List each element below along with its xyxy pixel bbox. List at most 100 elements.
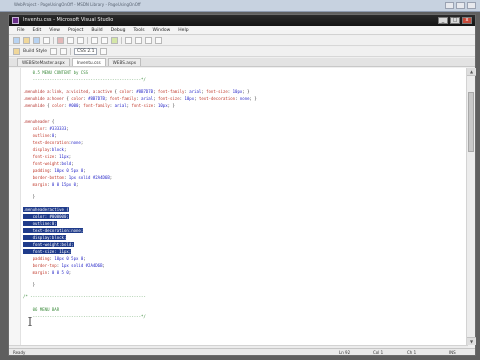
- menu-view[interactable]: View: [49, 28, 60, 33]
- code-token: {: [66, 207, 69, 212]
- code-token: 10px 0 5px 0: [54, 256, 84, 261]
- cut-icon[interactable]: [57, 37, 64, 44]
- menu-project[interactable]: Project: [68, 28, 83, 33]
- find-icon[interactable]: [125, 37, 132, 44]
- code-line[interactable]: outline:0;: [23, 133, 57, 138]
- code-line[interactable]: }: [23, 194, 35, 199]
- code-line[interactable]: text-decoration:none;: [23, 228, 84, 233]
- code-token: none: [239, 96, 250, 101]
- menu-edit[interactable]: Edit: [33, 28, 42, 33]
- new-project-icon[interactable]: [13, 37, 20, 44]
- code-line[interactable]: padding: 10px 0 5px 0;: [23, 256, 86, 261]
- solution-explorer-icon[interactable]: [135, 37, 142, 44]
- tab-inventu-css[interactable]: Inventu.css: [71, 58, 106, 66]
- minimize-icon[interactable]: [445, 2, 454, 9]
- menu-debug[interactable]: Debug: [111, 28, 126, 33]
- code-editor[interactable]: 0.5 MENU CONTENT by CSS ----------------…: [9, 68, 468, 345]
- visual-studio-icon: [12, 17, 19, 24]
- menu-help[interactable]: Help: [178, 28, 188, 33]
- code-line[interactable]: color: #000000;: [23, 214, 69, 219]
- style-icon[interactable]: [50, 48, 58, 55]
- code-line[interactable]: ----------------------------------------…: [23, 77, 146, 82]
- code-line[interactable]: font-weight:bold;: [23, 242, 74, 247]
- code-token: none: [71, 140, 81, 145]
- code-token: color: [23, 214, 45, 219]
- code-token: ;: [109, 175, 113, 180]
- code-line[interactable]: .menuhide a:link, a:visited, a:active { …: [23, 89, 250, 94]
- menu-build[interactable]: Build: [91, 28, 102, 33]
- redo-icon[interactable]: [101, 37, 108, 44]
- close-icon[interactable]: [467, 2, 476, 9]
- minimize-button[interactable]: _: [438, 17, 448, 24]
- properties-icon[interactable]: [145, 37, 152, 44]
- code-line[interactable]: .menuheaderactive {: [23, 207, 69, 212]
- code-line[interactable]: font-weight:bold;: [23, 161, 74, 166]
- code-line[interactable]: .menuhide a:hover { color: #8B7D7B; font…: [23, 96, 257, 101]
- code-token: #000000: [49, 214, 67, 219]
- toolbar-separator: [121, 37, 122, 44]
- start-debug-icon[interactable]: [111, 37, 118, 44]
- menu-file[interactable]: File: [17, 28, 25, 33]
- editor-gutter[interactable]: [9, 68, 21, 345]
- code-token: .menuhide: [23, 103, 48, 108]
- code-token: arial: [114, 103, 127, 108]
- save-all-icon[interactable]: [43, 37, 50, 44]
- close-button[interactable]: x: [462, 17, 472, 24]
- scroll-up-icon[interactable]: ▲: [467, 68, 476, 76]
- code-token: 0.5 MENU CONTENT by CSS: [23, 70, 89, 75]
- menu-tools[interactable]: Tools: [133, 28, 144, 33]
- code-token: ; }: [167, 103, 175, 108]
- scroll-down-icon[interactable]: ▼: [467, 337, 476, 345]
- copy-icon[interactable]: [67, 37, 74, 44]
- code-token: font-size: [206, 89, 228, 94]
- code-token: ;: [76, 182, 79, 187]
- code-token: margin: [23, 182, 48, 187]
- style-options-icon[interactable]: [60, 48, 68, 55]
- code-token: ;: [68, 154, 72, 159]
- code-line[interactable]: padding: 10px 0 5px 0;: [23, 168, 86, 173]
- toolbar-separator: [53, 37, 54, 44]
- desktop: WebProject - PageUsingOnOff - MSDN Libra…: [0, 0, 480, 360]
- code-line[interactable]: display:block;: [23, 147, 67, 152]
- code-line[interactable]: font-size: 11px;: [23, 154, 72, 159]
- maximize-button[interactable]: □: [450, 17, 460, 24]
- code-line[interactable]: text-decoration:none;: [23, 140, 84, 145]
- code-token: ;: [83, 168, 86, 173]
- code-line[interactable]: border-bottom: 1px solid #2A4D6B;: [23, 175, 113, 180]
- code-line[interactable]: margin: 0 0 15px 0;: [23, 182, 79, 187]
- code-line[interactable]: .menuhide { color: #000; font-family: ar…: [23, 103, 175, 108]
- validate-icon[interactable]: [100, 48, 108, 55]
- code-line[interactable]: outline:0;: [23, 221, 57, 226]
- toolbar-separator: [87, 37, 88, 44]
- css-version-select[interactable]: CSS 2.1: [74, 48, 98, 55]
- code-line[interactable]: color: #333333;: [23, 126, 69, 131]
- window-title: Inventu.css - Microsoft Visual Studio: [23, 17, 114, 23]
- code-line[interactable]: font-size: 11px;: [23, 249, 72, 254]
- code-line[interactable]: display:block;: [23, 235, 67, 240]
- code-line[interactable]: border-top: 1px solid #2A4D6B;: [23, 263, 105, 268]
- title-bar[interactable]: Inventu.css - Microsoft Visual Studio _ …: [9, 15, 475, 26]
- tab-webs[interactable]: WEBS.aspx: [107, 58, 142, 66]
- code-line[interactable]: 06 MENU BAR: [23, 307, 60, 312]
- vertical-scrollbar[interactable]: ▲ ▼: [466, 68, 476, 345]
- code-line[interactable]: margin: 0 0 5 0;: [23, 270, 72, 275]
- paste-icon[interactable]: [77, 37, 84, 44]
- scrollbar-thumb[interactable]: [468, 92, 474, 152]
- open-folder-icon[interactable]: [23, 37, 30, 44]
- save-icon[interactable]: [33, 37, 40, 44]
- code-token: padding: [23, 256, 50, 261]
- menu-window[interactable]: Window: [153, 28, 171, 33]
- code-line[interactable]: .menuheader {: [23, 119, 54, 124]
- undo-icon[interactable]: [91, 37, 98, 44]
- tab-websitemaster[interactable]: WEBSiteMaster.aspx: [17, 58, 70, 66]
- maximize-icon[interactable]: [456, 2, 465, 9]
- code-token: font-size: [23, 249, 55, 254]
- build-style-button[interactable]: Build Style: [23, 49, 47, 54]
- code-line[interactable]: ----------------------------------------…: [23, 314, 146, 319]
- code-line[interactable]: }: [23, 282, 35, 287]
- build-style-icon[interactable]: [13, 48, 20, 55]
- toolbox-icon[interactable]: [155, 37, 162, 44]
- code-line[interactable]: 0.5 MENU CONTENT by CSS: [23, 70, 88, 75]
- code-line[interactable]: /* -------------------------------------…: [23, 294, 146, 299]
- code-token: ;: [54, 133, 57, 138]
